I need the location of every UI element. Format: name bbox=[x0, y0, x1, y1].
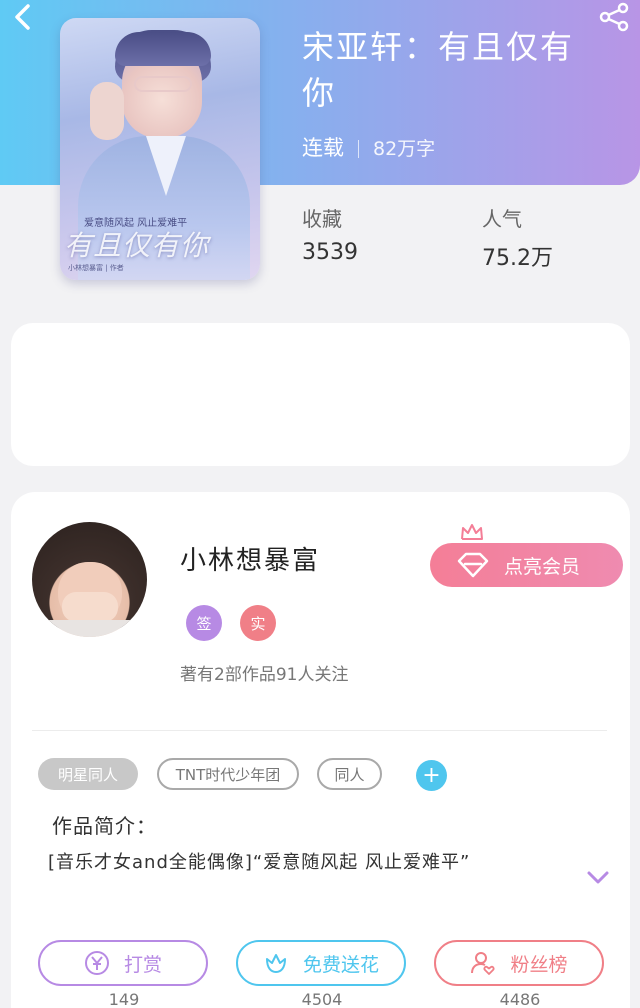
fan-ranking-button[interactable]: 粉丝榜 bbox=[434, 940, 604, 986]
yen-icon bbox=[84, 951, 109, 975]
tag-celebrity-fanfic[interactable]: 明星同人 bbox=[38, 758, 138, 790]
diamond-icon bbox=[457, 552, 489, 578]
avatar-hands bbox=[62, 592, 118, 622]
flower-icon bbox=[265, 954, 286, 973]
user-heart-icon bbox=[471, 952, 495, 975]
avatar[interactable] bbox=[32, 522, 147, 637]
flower-count: 4504 bbox=[301, 990, 343, 1008]
send-flower-label: 免费送花 bbox=[302, 953, 379, 976]
signed-badge: 签 bbox=[186, 605, 222, 641]
tip-count: 149 bbox=[108, 990, 140, 1008]
chevron-left-icon bbox=[15, 4, 30, 30]
tip-button[interactable]: 打赏 bbox=[38, 940, 208, 986]
tip-button-label: 打赏 bbox=[123, 953, 162, 976]
divider bbox=[32, 730, 607, 731]
book-title: 宋亚轩：有且仅有你 bbox=[302, 28, 575, 112]
share-icon bbox=[599, 2, 629, 32]
book-status-row: 连载 82万字 bbox=[302, 132, 435, 162]
author-name[interactable]: 小林想暴富 bbox=[180, 540, 320, 577]
tag-tnt[interactable]: TNT时代少年团 bbox=[157, 758, 299, 790]
intro-text: [音乐才女and全能偶像]“爱意随风起 风止爱难平” bbox=[48, 852, 471, 873]
cover-credits: 小林想暴富 | 作者 bbox=[68, 264, 124, 272]
chevron-down-icon[interactable] bbox=[586, 870, 610, 886]
back-button[interactable] bbox=[8, 2, 38, 32]
popularity-stat: 人气 75.2万 bbox=[482, 203, 553, 272]
fan-count: 4486 bbox=[499, 990, 541, 1008]
author-info: 著有2部作品91人关注 bbox=[180, 665, 349, 685]
popularity-label: 人气 bbox=[482, 207, 522, 231]
add-tag-button[interactable]: + bbox=[416, 760, 447, 791]
tag-fanfic[interactable]: 同人 bbox=[317, 758, 382, 790]
cover-art-hand bbox=[90, 82, 124, 140]
vip-button-label: 点亮会员 bbox=[504, 555, 581, 578]
plus-icon: + bbox=[422, 763, 441, 788]
favorites-label: 收藏 bbox=[302, 207, 342, 231]
book-cover[interactable]: 爱意随风起 风止爱难平 有且仅有你 小林想暴富 | 作者 bbox=[60, 18, 260, 280]
intro-label: 作品简介： bbox=[52, 814, 157, 838]
favorites-value: 3539 bbox=[302, 240, 358, 265]
popularity-value: 75.2万 bbox=[482, 246, 553, 271]
blank-card bbox=[11, 323, 630, 466]
favorites-stat: 收藏 3539 bbox=[302, 203, 358, 265]
serial-status: 连载 bbox=[302, 136, 344, 160]
word-count: 82万字 bbox=[373, 138, 436, 160]
cover-art-glasses bbox=[134, 76, 192, 92]
cover-title-art: 有且仅有你 bbox=[64, 229, 210, 262]
crown-icon bbox=[461, 524, 483, 540]
avatar-shirt bbox=[32, 620, 147, 637]
verified-badge: 实 bbox=[240, 605, 276, 641]
status-divider bbox=[358, 140, 359, 158]
vip-button[interactable]: 点亮会员 bbox=[430, 543, 623, 587]
fan-ranking-label: 粉丝榜 bbox=[510, 953, 568, 976]
send-flower-button[interactable]: 免费送花 bbox=[236, 940, 406, 986]
share-button[interactable] bbox=[598, 2, 630, 32]
cover-art-fringe bbox=[115, 32, 211, 66]
